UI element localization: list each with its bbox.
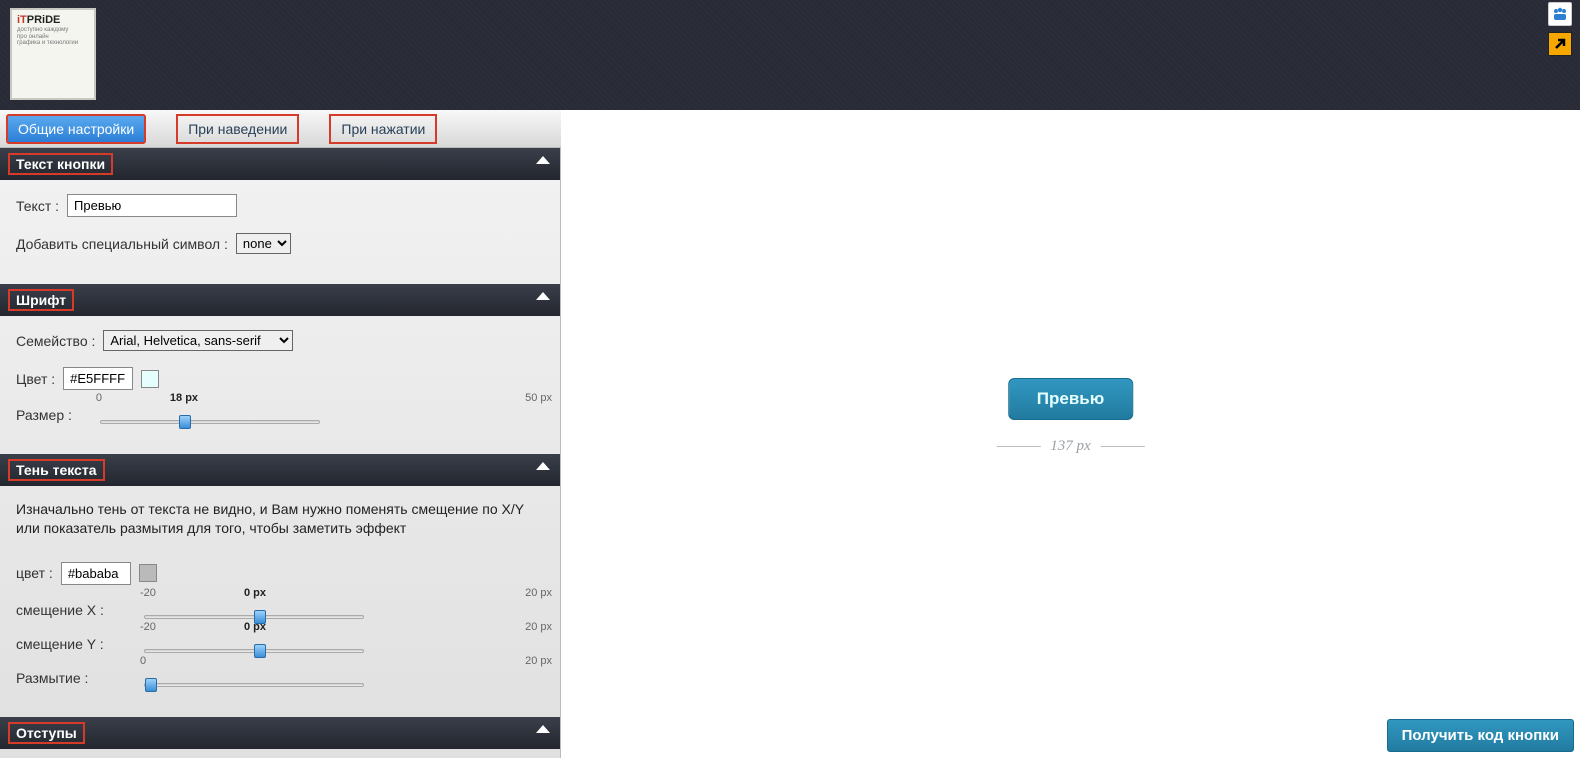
section-font-head[interactable]: Шрифт — [0, 284, 560, 316]
blur-slider[interactable]: 0 20 px — [144, 669, 544, 687]
tabbar: Общие настройки При наведении При нажати… — [0, 110, 561, 148]
tab-hover[interactable]: При наведении — [176, 114, 299, 144]
collapse-icon — [536, 462, 550, 470]
size-slider[interactable]: 0 18 px 50 px — [100, 406, 544, 424]
collapse-icon — [536, 156, 550, 164]
blur-label: Размытие : — [16, 670, 116, 686]
font-color-swatch[interactable] — [141, 370, 159, 388]
section-padding-head[interactable]: Отступы — [0, 717, 560, 749]
collapse-icon — [536, 725, 550, 733]
preview-width-label: 137 px — [996, 438, 1144, 455]
section-text-head[interactable]: Текст кнопки — [0, 148, 560, 180]
tab-general[interactable]: Общие настройки — [6, 114, 146, 144]
shadow-hint: Изначально тень от текста не видно, и Ва… — [16, 500, 544, 538]
family-label: Семейство : — [16, 333, 95, 349]
shadow-color-swatch[interactable] — [139, 564, 157, 582]
offy-label: смещение Y : — [16, 636, 116, 652]
text-label: Текст : — [16, 198, 59, 214]
offx-label: смещение X : — [16, 602, 116, 618]
logo-brand: iTPRiDE — [17, 14, 60, 26]
people-icon[interactable] — [1548, 2, 1572, 26]
section-shadow-title: Тень текста — [8, 459, 105, 481]
section-text-title: Текст кнопки — [8, 153, 113, 175]
arrow-icon[interactable] — [1548, 32, 1572, 56]
offx-slider[interactable]: -20 0 px 20 px — [144, 601, 544, 619]
font-color-label: Цвет : — [16, 371, 55, 387]
preview-button[interactable]: Превью — [1008, 378, 1133, 420]
collapse-icon — [536, 292, 550, 300]
family-select[interactable]: Arial, Helvetica, sans-serif — [103, 330, 293, 351]
section-padding-title: Отступы — [8, 722, 85, 744]
shadow-color-label: цвет : — [16, 565, 53, 581]
size-label: Размер : — [16, 407, 72, 423]
preview-panel: Превью 137 px — [561, 148, 1580, 758]
font-color-input[interactable] — [63, 367, 133, 390]
settings-panel: Текст кнопки Текст : Добавить специальны… — [0, 148, 561, 758]
logo: iTPRiDE доступно каждому про онлайн граф… — [10, 8, 96, 100]
offy-slider[interactable]: -20 0 px 20 px — [144, 635, 544, 653]
shadow-color-input[interactable] — [61, 562, 131, 585]
logo-subtitle: доступно каждому про онлайн графика и те… — [17, 27, 78, 47]
text-input[interactable] — [67, 194, 237, 217]
header: iTPRiDE доступно каждому про онлайн граф… — [0, 0, 1580, 110]
tab-click[interactable]: При нажатии — [329, 114, 437, 144]
section-font-title: Шрифт — [8, 289, 74, 311]
symbol-label: Добавить специальный символ : — [16, 236, 228, 252]
symbol-select[interactable]: none — [236, 233, 291, 254]
section-shadow-head[interactable]: Тень текста — [0, 454, 560, 486]
get-code-button[interactable]: Получить код кнопки — [1387, 719, 1574, 752]
